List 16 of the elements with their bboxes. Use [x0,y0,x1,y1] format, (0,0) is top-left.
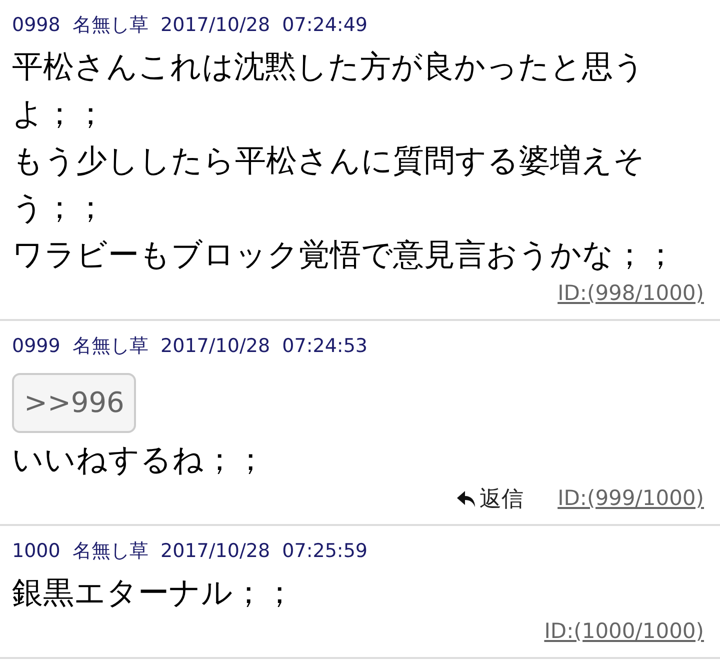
reply-button[interactable]: 返信 [456,482,524,516]
id-link[interactable]: ID:(1000/1000) [544,616,704,648]
reply-arrow-icon [456,489,478,509]
post-header: 1000 名無し草 2017/10/28 07:25:59 [12,539,368,564]
post-text: ワラビーもブロック覚悟で意見言おうかな；； [12,236,677,275]
post-text: いいねするね；； [12,441,267,480]
quote-link[interactable]: >>996 [12,373,136,433]
post-text: 銀黒エターナル；； [12,574,296,613]
id-link[interactable]: ID:(998/1000) [558,278,704,310]
post-text: もう少ししたら平松さんに質問する婆増えそ [12,142,646,181]
post-text: よ；； [12,95,107,134]
post-header: 0998 名無し草 2017/10/28 07:24:49 [12,13,368,38]
post-text: う；； [12,189,107,228]
post-header: 0999 名無し草 2017/10/28 07:24:53 [12,334,368,359]
post-text: 平松さんこれは沈黙した方が良かったと思う [12,48,646,87]
id-link[interactable]: ID:(999/1000) [558,483,704,515]
